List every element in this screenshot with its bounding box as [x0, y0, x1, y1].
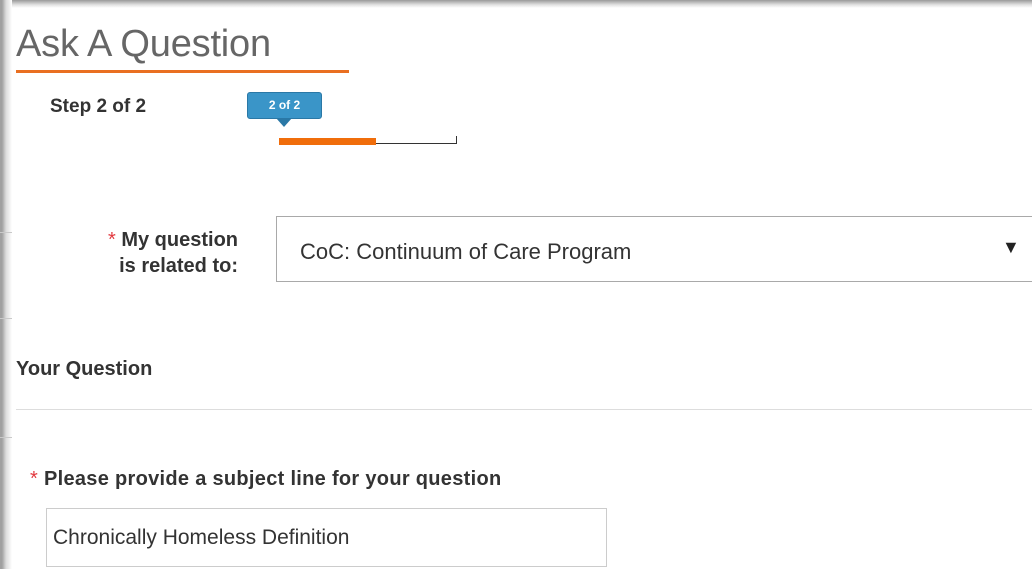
subject-label-text: Please provide a subject line for your q…: [43, 468, 502, 490]
section-heading: Your Question: [16, 358, 153, 380]
window-left-edge: [0, 0, 12, 569]
title-underline: [16, 70, 349, 73]
required-marker: *: [30, 468, 39, 490]
related-to-label: * My question is related to:: [40, 227, 238, 279]
subject-label: * Please provide a subject line for your…: [30, 468, 502, 491]
progress-end-tick: [456, 136, 457, 144]
section-divider: [16, 409, 1032, 410]
step-badge-pointer: [276, 118, 292, 127]
step-badge: 2 of 2: [247, 92, 322, 119]
subject-input[interactable]: [46, 508, 607, 567]
progress-fill: [279, 138, 376, 145]
background-divider: [0, 318, 12, 319]
window-top-edge: [0, 0, 1032, 8]
step-label: Step 2 of 2: [50, 96, 147, 117]
related-to-label-line2: is related to:: [119, 255, 238, 277]
required-marker: *: [107, 229, 116, 251]
background-divider: [0, 437, 12, 438]
topic-select-value: CoC: Continuum of Care Program: [300, 239, 632, 264]
page-title: Ask A Question: [16, 23, 271, 65]
topic-select[interactable]: CoC: Continuum of Care Program ▼: [276, 216, 1032, 282]
related-to-label-line1: My question: [121, 229, 238, 251]
dropdown-arrow-icon[interactable]: ▼: [1002, 237, 1020, 258]
background-divider: [0, 232, 12, 233]
